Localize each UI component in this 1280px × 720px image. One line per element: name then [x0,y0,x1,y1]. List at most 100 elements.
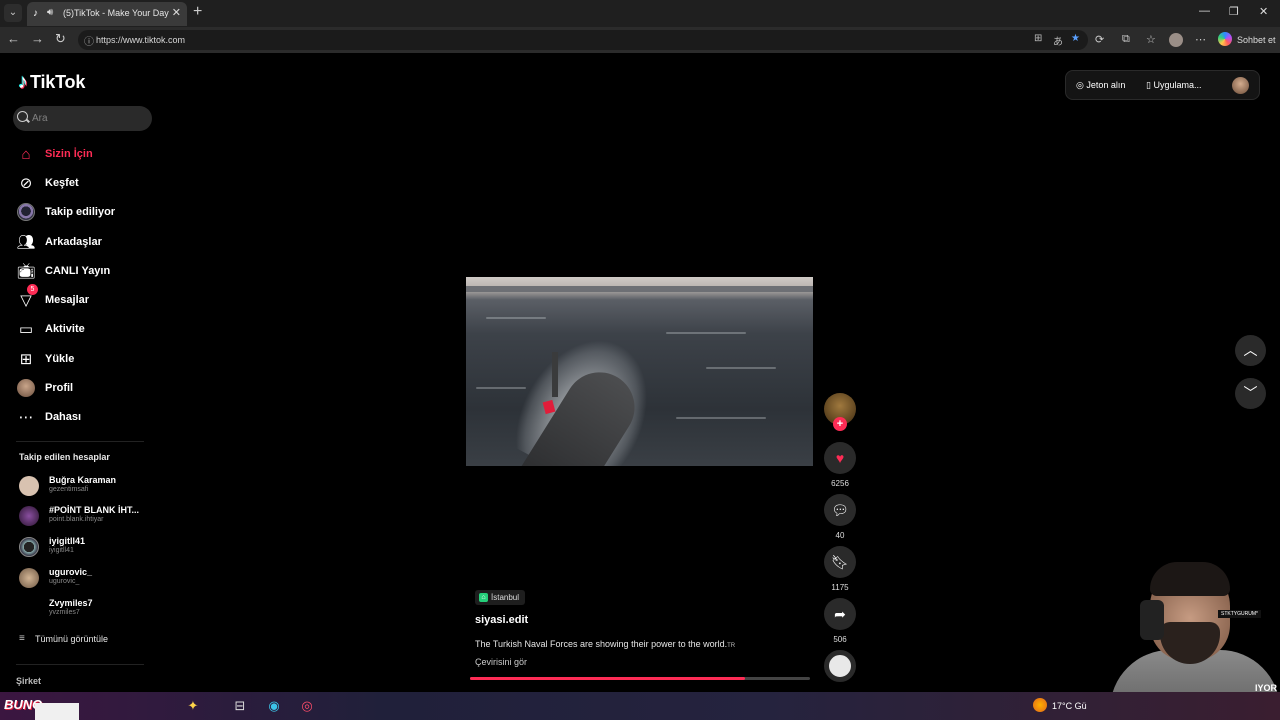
video-progress-fill [470,677,746,680]
copilot-icon[interactable] [1218,32,1232,46]
footer-company-heading[interactable]: Şirket [16,676,41,686]
share-button[interactable]: ➦ [824,598,856,630]
account-name: Zvymiles7 [49,598,93,608]
like-button[interactable]: ♥ [824,442,856,474]
obs-icon[interactable]: ◎ [298,697,316,715]
split-screen-icon[interactable]: ⧉ [1122,33,1130,46]
nav-messages[interactable]: ▽ 5 Mesajlar [16,284,151,311]
following-account[interactable]: iyigitll41 iyigitll41 [19,534,154,562]
account-avatar [19,537,39,557]
get-coins-button[interactable]: ◎ Jeton alın [1076,80,1125,91]
video-wave [476,387,526,389]
tab-title: (5)TikTok - Make Your Day [63,8,169,18]
share-icon: ➦ [834,605,846,622]
video-horizon [466,286,813,292]
nav-label: Profil [45,382,74,394]
music-disc-icon[interactable] [824,650,856,682]
nav-more[interactable]: ⋯ Dahası [16,406,151,428]
previous-video-button[interactable]: ︿ [1235,335,1266,366]
upload-icon: ⊞ [19,351,33,368]
webcam-tag: STKTYGURUM* [1218,610,1261,618]
close-tab-icon[interactable]: ✕ [172,6,181,19]
list-icon: ≡ [19,633,25,644]
edge-icon[interactable]: ◉ [265,697,283,715]
more-menu-icon[interactable]: ⋯ [1195,33,1206,46]
see-translation-link[interactable]: Çevirisini gör [475,657,527,667]
taskbar-search[interactable] [35,703,79,720]
nav-label: CANLI Yayın [45,265,111,277]
close-window-icon[interactable]: ✕ [1259,5,1268,18]
video-wave [666,332,746,334]
share-count: 506 [833,635,847,644]
url-field[interactable]: ⓘ https://www.tiktok.com ⊞ あ ★ [78,30,1088,50]
video-player[interactable] [466,277,813,466]
forward-icon[interactable]: → [31,32,44,46]
messages-icon: ▽ 5 [16,284,38,310]
favorites-icon[interactable]: ☆ [1146,33,1156,46]
following-account[interactable]: Zvymiles7 yvzmiles7 [19,596,154,624]
browser-profile-avatar[interactable] [1169,33,1183,47]
next-video-button[interactable]: ﹀ [1235,378,1266,409]
follow-plus-icon[interactable]: + [833,417,847,431]
new-tab-button[interactable]: + [193,4,202,20]
weather-text[interactable]: 17°C Gü [1052,701,1087,711]
tab-list-dropdown[interactable]: ⌄ [4,4,22,22]
nav-explore[interactable]: ⊘ Keşfet [16,172,151,194]
translate-icon[interactable]: あ [1053,33,1063,48]
info-icon[interactable]: ⓘ [84,33,94,48]
see-all-button[interactable]: ≡ Tümünü görüntüle [19,633,108,644]
video-progress-bar[interactable] [470,677,810,680]
nav-profile[interactable]: Profil [16,377,151,399]
sparkle-icon[interactable]: ✦ [184,697,202,715]
comment-button[interactable]: 💬︎ [824,494,856,526]
favorite-star-icon[interactable]: ★ [1071,33,1080,44]
extensions-icon[interactable]: ⟳ [1095,33,1104,46]
nav-live[interactable]: 📺︎ CANLI Yayın [16,260,151,282]
nav-upload[interactable]: ⊞ Yükle [16,348,151,370]
following-account[interactable]: ugurovic_ ugurovic_ [19,565,154,593]
compass-icon: ⊘ [19,175,33,192]
search-box[interactable] [13,106,152,131]
location-tag[interactable]: ⌂ İstanbul [475,590,526,605]
following-account[interactable]: #POİNT BLANK İHT... point.blank.ihtiyar [19,503,154,531]
location-text: İstanbul [491,593,520,602]
copilot-button[interactable]: Sohbet et [1237,35,1276,45]
nav-for-you[interactable]: ⌂ Sizin İçin [16,143,151,165]
task-view-icon[interactable]: ⊟ [231,697,249,715]
user-avatar[interactable] [1232,77,1249,94]
nav-activity[interactable]: ▭ Aktivite [16,318,151,340]
search-icon[interactable] [17,111,28,122]
get-app-button[interactable]: ▯ Uygulama... [1146,80,1201,91]
search-input[interactable] [32,110,147,126]
video-author[interactable]: siyasi.edit [475,614,528,626]
activity-icon: ▭ [18,321,34,338]
speaker-icon[interactable]: 🔊︎ [47,7,53,18]
tiktok-logo[interactable]: ♪ TikTok [18,71,85,93]
friends-icon: 👥︎ [16,234,36,251]
submarine-mast [552,352,558,397]
app-icon[interactable]: ⊞ [1034,33,1042,44]
nav-label: Mesajlar [45,294,90,306]
account-name: iyigitll41 [49,536,86,546]
weather-icon[interactable] [1033,698,1047,712]
caption-text: The Turkish Naval Forces are showing the… [475,639,728,649]
restore-icon[interactable]: ❐ [1229,5,1239,18]
bookmark-icon: 🔖︎ [831,553,849,570]
video-wave [676,417,766,419]
refresh-icon[interactable]: ↻ [55,32,66,46]
account-username: point.blank.ihtiyar [49,516,104,523]
microphone [1140,600,1164,640]
following-account[interactable]: Buğra Karaman gezentimsafi [19,473,154,501]
message-badge: 5 [27,284,38,295]
account-username: ugurovic_ [49,578,80,585]
video-wave [486,317,546,319]
save-button[interactable]: 🔖︎ [824,546,856,578]
nav-friends[interactable]: 👥︎ Arkadaşlar [16,231,151,253]
browser-tab[interactable]: ♪ 🔊︎ (5)TikTok - Make Your Day ✕ [27,2,187,26]
account-username: yvzmiles7 [49,609,80,616]
caption-lang: TR [727,643,736,649]
minimize-icon[interactable]: — [1199,5,1210,17]
back-icon[interactable]: ← [7,32,20,46]
account-avatar [19,506,39,526]
nav-following[interactable]: Takip ediliyor [16,201,151,223]
